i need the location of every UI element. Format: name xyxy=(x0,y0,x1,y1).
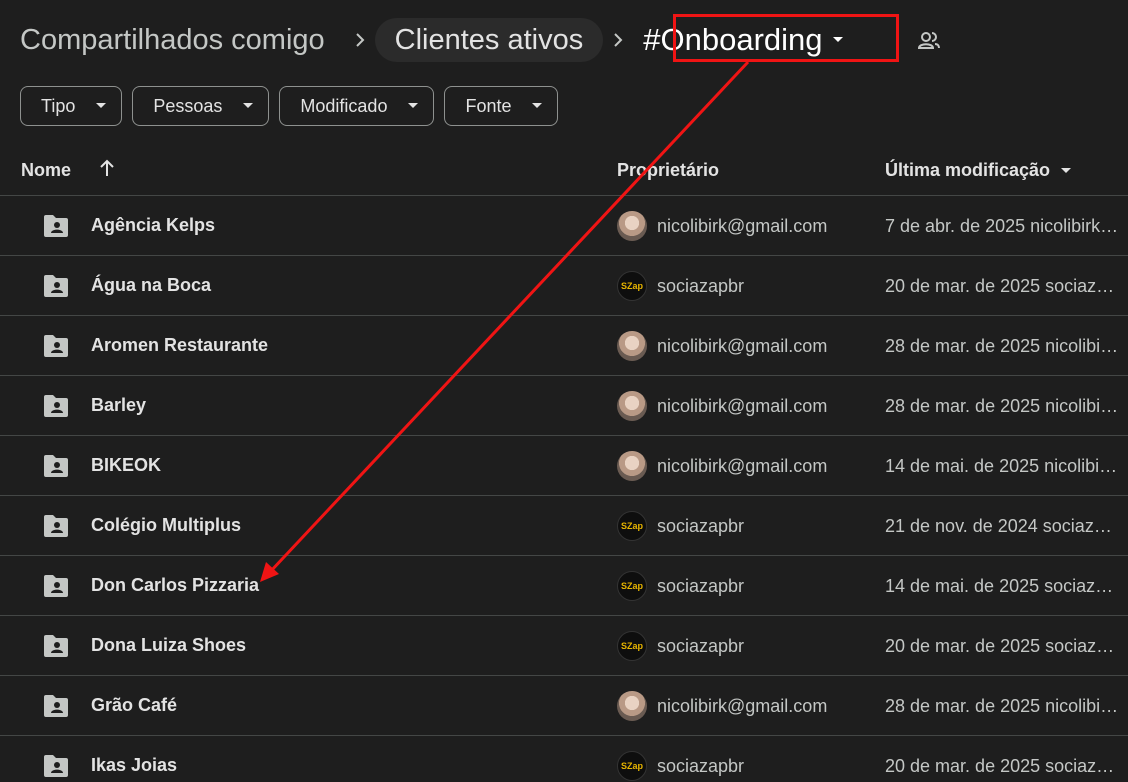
owner-name: sociazapbr xyxy=(657,756,745,776)
shared-folder-icon xyxy=(42,514,70,538)
column-header-modified[interactable]: Última modificação xyxy=(885,160,1072,181)
logo-text: SZap xyxy=(620,281,643,291)
file-name: Água na Boca xyxy=(91,275,212,295)
logo-text: SZap xyxy=(620,581,643,591)
table-row[interactable]: Colégio Multiplus SZap sociazapbr 21 de … xyxy=(0,495,1128,555)
modified-date: 28 de mar. de 2025 nicolibirk@gmail.com xyxy=(885,396,1120,416)
filter-source-chip[interactable]: Fonte xyxy=(444,86,559,126)
modified-date: 14 de mai. de 2025 nicolibirk@gmail.com xyxy=(885,456,1120,476)
breadcrumb: Compartilhados comigo Clientes ativos #O… xyxy=(0,14,855,66)
owner-avatar: SZap xyxy=(617,571,647,601)
shared-folder-icon xyxy=(42,754,70,778)
modified-date: 7 de abr. de 2025 nicolibirk@gmail.com xyxy=(885,216,1120,236)
owner-avatar: SZap xyxy=(617,511,647,541)
table-row[interactable]: Ikas Joias SZap sociazapbr 20 de mar. de… xyxy=(0,735,1128,782)
modified-date: 28 de mar. de 2025 nicolibirk@gmail.com xyxy=(885,696,1120,716)
owner-avatar xyxy=(617,211,647,241)
table-row[interactable]: Barley nicolibirk@gmail.com 28 de mar. d… xyxy=(0,375,1128,435)
shared-folder-icon xyxy=(42,454,70,478)
table-row[interactable]: Don Carlos Pizzaria SZap sociazapbr 14 d… xyxy=(0,555,1128,615)
modified-date: 20 de mar. de 2025 sociazapbr xyxy=(885,636,1120,656)
table-header: Nome Proprietário Última modificação xyxy=(0,148,1128,194)
file-name: Don Carlos Pizzaria xyxy=(91,575,260,595)
table-row[interactable]: Dona Luiza Shoes SZap sociazapbr 20 de m… xyxy=(0,615,1128,675)
logo-text: SZap xyxy=(620,761,643,771)
file-name: Dona Luiza Shoes xyxy=(91,635,247,655)
filter-type-chip[interactable]: Tipo xyxy=(20,86,123,126)
shared-folder-icon xyxy=(42,694,70,718)
owner-name: sociazapbr xyxy=(657,276,745,296)
filter-bar: Tipo Pessoas Modificado Fonte xyxy=(20,86,559,126)
caret-down-icon xyxy=(1060,167,1072,175)
column-header-name[interactable]: Nome xyxy=(21,160,71,181)
owner-avatar: SZap xyxy=(617,751,647,781)
file-name: Ikas Joias xyxy=(91,755,178,775)
owner-name: sociazapbr xyxy=(657,636,745,656)
caret-down-icon xyxy=(95,102,107,110)
table-row[interactable]: Água na Boca SZap sociazapbr 20 de mar. … xyxy=(0,255,1128,315)
filter-people-chip[interactable]: Pessoas xyxy=(132,86,270,126)
table-row[interactable]: Agência Kelps nicolibirk@gmail.com 7 de … xyxy=(0,195,1128,255)
shared-folder-icon xyxy=(42,634,70,658)
owner-name: nicolibirk@gmail.com xyxy=(657,336,828,356)
table-row[interactable]: Aromen Restaurante nicolibirk@gmail.com … xyxy=(0,315,1128,375)
caret-down-icon xyxy=(407,102,419,110)
caret-down-icon xyxy=(531,102,543,110)
owner-name: nicolibirk@gmail.com xyxy=(657,396,828,416)
file-name: Colégio Multiplus xyxy=(91,515,241,535)
logo-text: SZap xyxy=(620,641,643,651)
logo-text: SZap xyxy=(620,521,643,531)
owner-avatar xyxy=(617,331,647,361)
drive-page: Compartilhados comigo Clientes ativos #O… xyxy=(0,0,1128,782)
filter-type-label: Tipo xyxy=(41,95,76,116)
modified-date: 28 de mar. de 2025 nicolibirk@gmail.com xyxy=(885,336,1120,356)
column-header-owner[interactable]: Proprietário xyxy=(617,160,719,181)
filter-modified-label: Modificado xyxy=(300,95,388,116)
shared-folder-icon xyxy=(42,274,70,298)
modified-date: 20 de mar. de 2025 sociazapbr xyxy=(885,276,1120,296)
modified-date: 14 de mai. de 2025 sociazapbr xyxy=(885,576,1120,596)
filter-modified-chip[interactable]: Modificado xyxy=(279,86,435,126)
file-list: Agência Kelps nicolibirk@gmail.com 7 de … xyxy=(0,195,1128,782)
modified-date: 20 de mar. de 2025 sociazapbr xyxy=(885,756,1120,776)
caret-down-icon xyxy=(242,102,254,110)
file-name: Aromen Restaurante xyxy=(91,335,269,355)
owner-avatar xyxy=(617,391,647,421)
column-header-modified-label: Última modificação xyxy=(885,160,1051,180)
owner-avatar xyxy=(617,451,647,481)
shared-people-icon[interactable] xyxy=(916,28,942,54)
filter-people-label: Pessoas xyxy=(153,95,223,116)
owner-avatar xyxy=(617,691,647,721)
current-folder-label: #Onboarding xyxy=(643,22,823,57)
file-name: Agência Kelps xyxy=(91,215,216,235)
owner-name: sociazapbr xyxy=(657,516,745,536)
filter-source-label: Fonte xyxy=(465,95,512,116)
shared-folder-icon xyxy=(42,334,70,358)
file-name: Grão Café xyxy=(91,695,178,715)
chevron-right-icon xyxy=(345,31,375,49)
owner-avatar: SZap xyxy=(617,271,647,301)
owner-name: nicolibirk@gmail.com xyxy=(657,696,828,716)
file-name: Barley xyxy=(91,395,147,415)
owner-avatar: SZap xyxy=(617,631,647,661)
owner-name: sociazapbr xyxy=(657,576,745,596)
table-row[interactable]: Grão Café nicolibirk@gmail.com 28 de mar… xyxy=(0,675,1128,735)
chevron-right-icon xyxy=(603,31,633,49)
modified-date: 21 de nov. de 2024 sociazapbr xyxy=(885,516,1120,536)
shared-folder-icon xyxy=(42,394,70,418)
owner-name: nicolibirk@gmail.com xyxy=(657,456,828,476)
sort-ascending-icon[interactable] xyxy=(98,158,116,178)
table-row[interactable]: BIKEOK nicolibirk@gmail.com 14 de mai. d… xyxy=(0,435,1128,495)
shared-folder-icon xyxy=(42,574,70,598)
breadcrumb-active-clients[interactable]: Clientes ativos xyxy=(374,18,604,62)
owner-name: nicolibirk@gmail.com xyxy=(657,216,828,236)
caret-down-icon xyxy=(831,35,845,45)
file-name: BIKEOK xyxy=(91,455,162,475)
shared-folder-icon xyxy=(42,214,70,238)
breadcrumb-current-folder[interactable]: #Onboarding xyxy=(633,18,854,62)
breadcrumb-shared-with-me[interactable]: Compartilhados comigo xyxy=(0,18,345,62)
